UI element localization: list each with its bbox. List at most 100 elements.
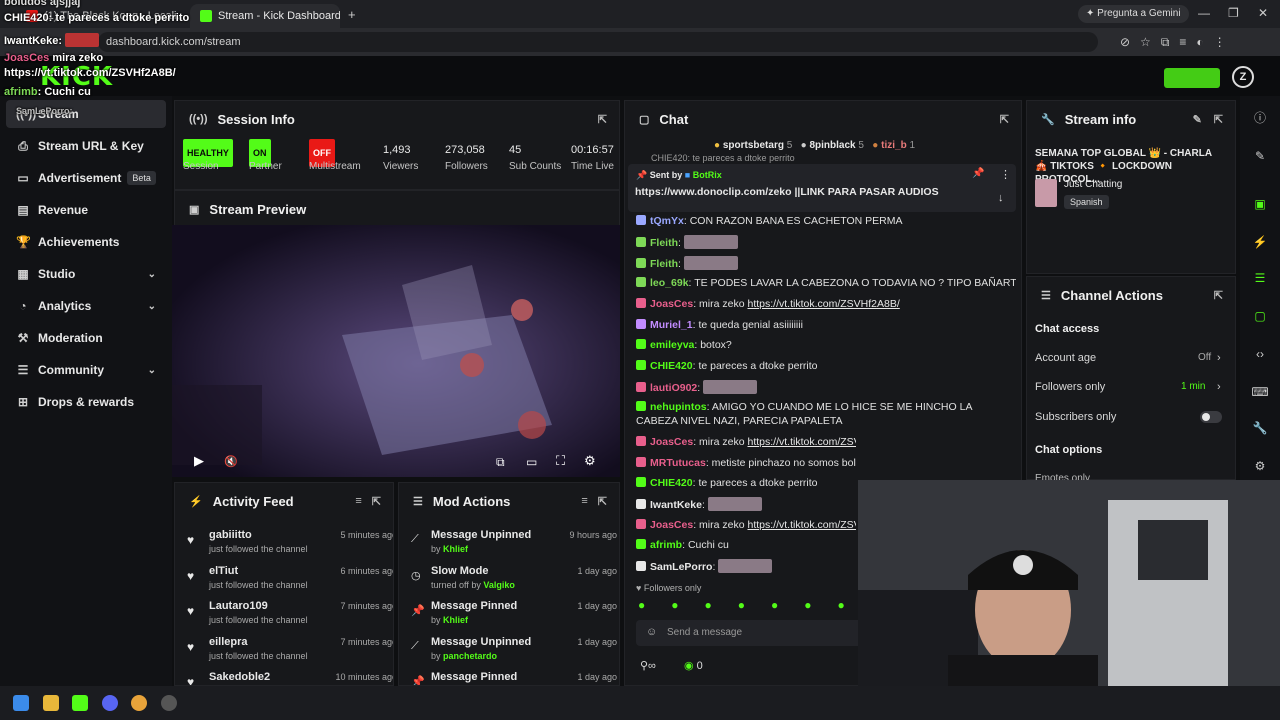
chat-icon[interactable]: ▢	[1250, 306, 1270, 326]
mod-user[interactable]: Valgiko	[483, 580, 515, 590]
chat-message[interactable]: CHIE420: te pareces a dtoke perrito	[636, 476, 856, 490]
list-icon[interactable]: ☰	[1250, 268, 1270, 288]
stream-preview-video[interactable]: ▶ 🔇 ⧉ ▭ ⛶ ⚙	[172, 225, 620, 477]
chat-username[interactable]: JoasCes	[650, 436, 693, 448]
chat-username[interactable]: Muriel_1	[650, 319, 693, 331]
theater-icon[interactable]: ▭	[526, 455, 537, 469]
activity-item[interactable]: ♥ Lautaro109 just followed the channel 7 mi…	[183, 598, 393, 633]
chat-username[interactable]: lautiO902	[650, 382, 697, 394]
toolbar-icons[interactable]: ⊘☆⧉≡◐⋮	[1120, 35, 1236, 50]
popout-icon[interactable]: ⇱	[1000, 113, 1009, 126]
chat-message[interactable]: JoasCes: mira zeko https://vt.tiktok.com…	[636, 518, 856, 532]
sidebar-item-analytics[interactable]: ◔ Analytics ⌄	[0, 291, 172, 321]
popout-icon[interactable]: ⇱	[372, 495, 381, 508]
actions-icon[interactable]: ⚙	[1250, 456, 1270, 476]
sidebar-item-community[interactable]: ☰ Community ⌄	[0, 355, 172, 385]
chat-message[interactable]: tQmYx: CON RAZON BANA ES CACHETON PERMA	[636, 214, 1016, 228]
chat-username[interactable]: JoasCes	[650, 298, 693, 310]
play-icon[interactable]: ▶	[194, 453, 204, 469]
code-icon[interactable]: ‹›	[1250, 344, 1270, 364]
chat-message[interactable]: Fleith:	[636, 235, 1016, 250]
edit-icon[interactable]: ✎	[1193, 113, 1202, 126]
filter-icon[interactable]: ≡	[581, 495, 587, 507]
category-thumbnail[interactable]	[1035, 179, 1057, 207]
chat-message[interactable]: MRTutucas: metiste pinchazo no somos bol…	[636, 456, 856, 470]
mod-user[interactable]: panchetardo	[443, 651, 497, 661]
channel-points[interactable]: ◉ 0	[684, 659, 703, 672]
chat-message[interactable]: Muriel_1: te queda genial asiiiiiiii	[636, 318, 1016, 332]
bolt-icon[interactable]: ⚡	[1250, 232, 1270, 252]
sidebar-item-achievements[interactable]: 🏆 Achievements	[0, 227, 172, 257]
activity-user[interactable]: elTiut	[209, 565, 238, 577]
new-tab-button[interactable]: +	[348, 7, 356, 22]
terminal-icon[interactable]: ⌨	[1250, 382, 1270, 402]
chat-message[interactable]: IwantKeke:	[636, 497, 856, 512]
pinned-link[interactable]: https://www.donoclip.com/zeko	[635, 186, 792, 198]
emotes-only-row[interactable]: Emotes only	[1035, 473, 1225, 480]
category-name[interactable]: Just Chatting	[1064, 179, 1122, 190]
chat-message[interactable]: afrimb: Cuchi cu	[636, 538, 856, 552]
chat-username[interactable]: leo_69k	[650, 277, 689, 289]
activity-user[interactable]: gabiiitto	[209, 529, 252, 541]
chat-username[interactable]: nehupintos	[650, 401, 707, 413]
emote-picker-icon[interactable]: ☺	[646, 626, 657, 638]
sidebar-item-drops-rewards[interactable]: ⊞ Drops & rewards	[0, 387, 172, 417]
chat-message[interactable]: lautiO902:	[636, 380, 1016, 395]
activity-user[interactable]: Sakedoble2	[209, 671, 270, 683]
gemini-button[interactable]: ✦ Pregunta a Gemini	[1078, 5, 1189, 23]
chat-message[interactable]: leo_69k: TE PODES LAVAR LA CABEZONA O TO…	[636, 276, 1016, 290]
header-badge[interactable]	[1164, 68, 1220, 88]
activity-item[interactable]: ♥ gabiiitto just followed the channel 5 min…	[183, 527, 393, 562]
subscribers-only-toggle[interactable]	[1200, 411, 1222, 423]
activity-item[interactable]: ♥ Sakedoble2 10 minutes ago	[183, 669, 393, 685]
popout-icon[interactable]: ⇱	[1214, 289, 1223, 302]
mod-user[interactable]: Khlief	[443, 615, 468, 625]
activity-user[interactable]: eillepra	[209, 636, 248, 648]
chat-message[interactable]: CHIE420: te pareces a dtoke perrito	[636, 359, 1016, 373]
close-window-button[interactable]: ✕	[1258, 6, 1268, 20]
chrome-icon[interactable]	[131, 695, 147, 711]
chat-message[interactable]: Fleith:	[636, 256, 1016, 271]
expand-icon[interactable]: ↓	[998, 192, 1004, 204]
gifter-name[interactable]: sportsbetarg	[723, 140, 784, 151]
mod-action-item[interactable]: 📌 Message Pinned 1 day ago	[409, 669, 617, 685]
gifter-name[interactable]: 8pinblack	[809, 140, 855, 151]
popout-icon[interactable]: ⇱	[598, 113, 607, 126]
sidebar-item-revenue[interactable]: ▤ Revenue	[0, 195, 172, 225]
pin-icon[interactable]: 📌	[972, 168, 984, 179]
chat-message[interactable]: emileyva: botox?	[636, 338, 1016, 352]
url-field[interactable]: dashboard.kick.com/stream	[98, 32, 1098, 52]
chat-username[interactable]: IwantKeke	[650, 499, 702, 511]
chat-username[interactable]: Fleith	[650, 258, 678, 270]
chat-username[interactable]: tQmYx	[650, 215, 684, 227]
chat-message[interactable]: JoasCes: mira zeko https://vt.tiktok.com…	[636, 435, 856, 449]
discord-icon[interactable]	[102, 695, 118, 711]
sidebar-item-advertisement[interactable]: ▭ Advertisement Beta	[0, 163, 172, 193]
chat-message[interactable]: nehupintos: AMIGO YO CUANDO ME LO HICE S…	[636, 400, 996, 428]
popout-icon[interactable]: ⇱	[598, 495, 607, 508]
gifter-name[interactable]: tizi_b	[881, 140, 907, 151]
kick-app-icon[interactable]	[72, 695, 88, 711]
more-icon[interactable]: ⋮	[1000, 168, 1011, 181]
pinned-message[interactable]: 📌 Sent by ■ BotRix 📌 ⋮ https://www.donoc…	[628, 164, 1016, 212]
pencil-icon[interactable]: ✎	[1250, 146, 1270, 166]
sidebar-item-stream-url-key[interactable]: ⎙ Stream URL & Key	[0, 131, 172, 161]
chat-username[interactable]: CHIE420	[650, 477, 693, 489]
settings-gear-icon[interactable]: ⚙	[584, 453, 596, 469]
activity-item[interactable]: ♥ eillepra just followed the channel 7 minu…	[183, 634, 393, 669]
infinity-icon[interactable]: ⚲∞	[640, 659, 656, 672]
chat-username[interactable]: CHIE420	[650, 360, 693, 372]
layout-icon[interactable]: ▣	[1250, 194, 1270, 214]
filter-icon[interactable]: ≡	[355, 495, 361, 507]
mod-user[interactable]: Khlief	[443, 544, 468, 554]
activity-item[interactable]: ♥ elTiut just followed the channel 6 minute…	[183, 563, 393, 598]
popout-icon[interactable]: ⇱	[1214, 113, 1223, 126]
pip-icon[interactable]: ⧉	[496, 455, 505, 470]
fullscreen-icon[interactable]: ⛶	[556, 453, 565, 469]
info-icon[interactable]: ⓘ	[1250, 108, 1270, 128]
chat-username[interactable]: emileyva	[650, 339, 694, 351]
activity-user[interactable]: Lautaro109	[209, 600, 268, 612]
sidebar-item-studio[interactable]: ▦ Studio ⌄	[0, 259, 172, 289]
mod-action-item[interactable]: 📌 Message Pinned by Khlief 1 day ago	[409, 598, 617, 633]
mod-action-item[interactable]: ⟋ Message Unpinned by panchetardo 1 day ago	[409, 634, 617, 669]
